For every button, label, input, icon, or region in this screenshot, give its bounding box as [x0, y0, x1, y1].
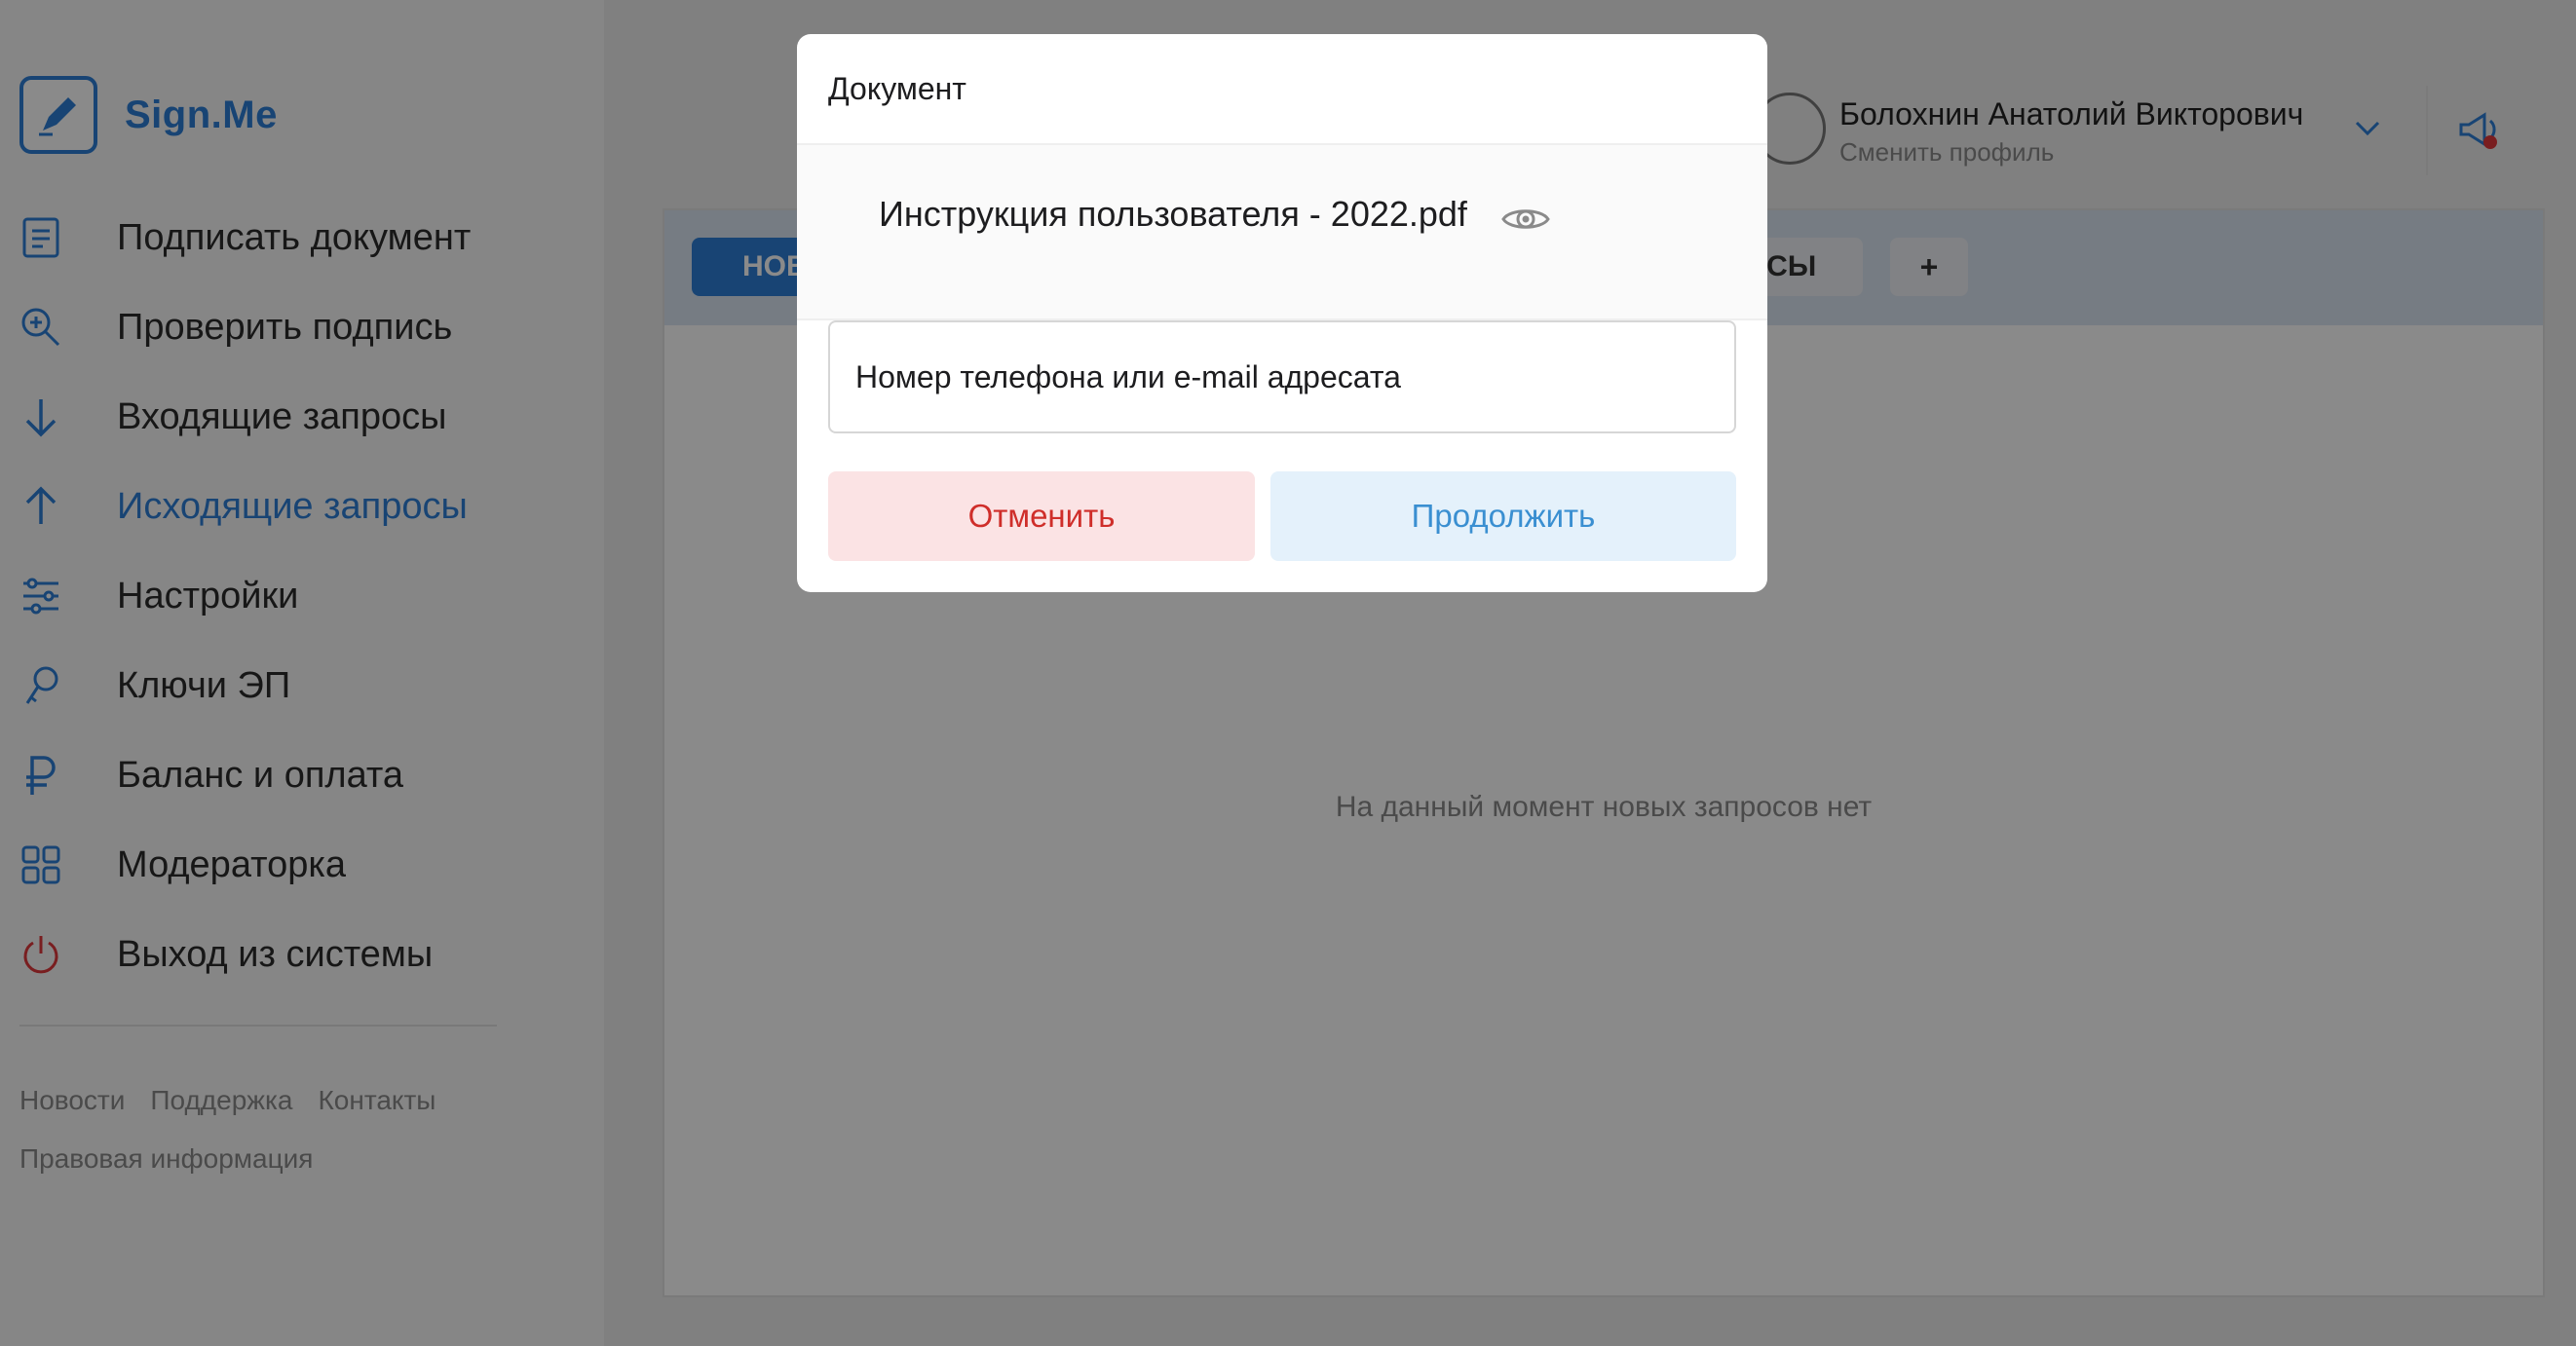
- recipient-input[interactable]: [828, 320, 1736, 433]
- eye-icon[interactable]: [1500, 204, 1551, 240]
- cancel-button[interactable]: Отменить: [828, 471, 1255, 561]
- document-modal: Документ Инструкция пользователя - 2022.…: [797, 34, 1767, 592]
- file-row: Инструкция пользователя - 2022.pdf: [797, 143, 1767, 320]
- continue-button[interactable]: Продолжить: [1270, 471, 1736, 561]
- app-root: Sign.Me Подписать документ Проверить под…: [0, 0, 2576, 1346]
- modal-title: Документ: [828, 71, 966, 106]
- file-name: Инструкция пользователя - 2022.pdf: [879, 194, 1467, 234]
